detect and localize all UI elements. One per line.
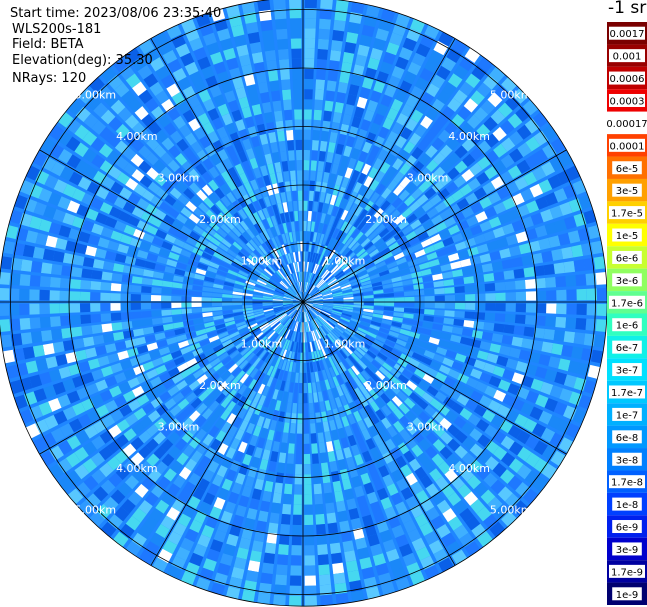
colorbar-tick-label: 0.0006 [610, 74, 645, 85]
colorbar-tick-label: 3e-6 [616, 276, 639, 287]
colorbar-tick-label: 0.0017 [610, 29, 645, 40]
colorbar-tick-label: 1.7e-5 [611, 209, 643, 220]
colorbar-tick-label: 0.0003 [610, 96, 645, 107]
colorbar-tick-label: 3e-5 [616, 186, 639, 197]
colorbar-tick-label: 1e-8 [616, 500, 639, 511]
colorbar-tick-label: 1.7e-9 [611, 567, 643, 578]
colorbar-tick-label: 1e-7 [616, 410, 639, 421]
colorbar-tick-label: 3e-8 [616, 455, 639, 466]
colorbar-tick-label: 1e-6 [616, 321, 639, 332]
colorbar-tick-label: 6e-8 [616, 433, 639, 444]
colorbar-tick-label: 0.0001 [610, 141, 645, 152]
colorbar-tick-label: 1.7e-7 [611, 388, 643, 399]
colorbar-tick-label: 3e-7 [616, 366, 639, 377]
colorbar-tick-label: 6e-6 [616, 253, 639, 264]
colorbar-tick-label: 0.00017 [606, 119, 647, 130]
colorbar-tick-label: 6e-7 [616, 343, 639, 354]
colorbar-tick-label: 1e-9 [616, 590, 639, 601]
colorbar-tick-label: 1.7e-6 [611, 298, 643, 309]
colorbar-tick-label: 1e-5 [616, 231, 639, 242]
colorbar-tick-label: 1.7e-8 [611, 478, 643, 489]
colorbar-tick-label: 6e-5 [616, 164, 639, 175]
colorbar: 0.0017 0.001 0.0006 0.0003 0.00017 0.0001 6e-5… [606, 22, 647, 605]
colorbar-tick-label: 0.001 [613, 52, 642, 63]
colorbar-tick-label: 6e-9 [616, 523, 639, 534]
colorbar-tick-label: 3e-9 [616, 545, 639, 556]
